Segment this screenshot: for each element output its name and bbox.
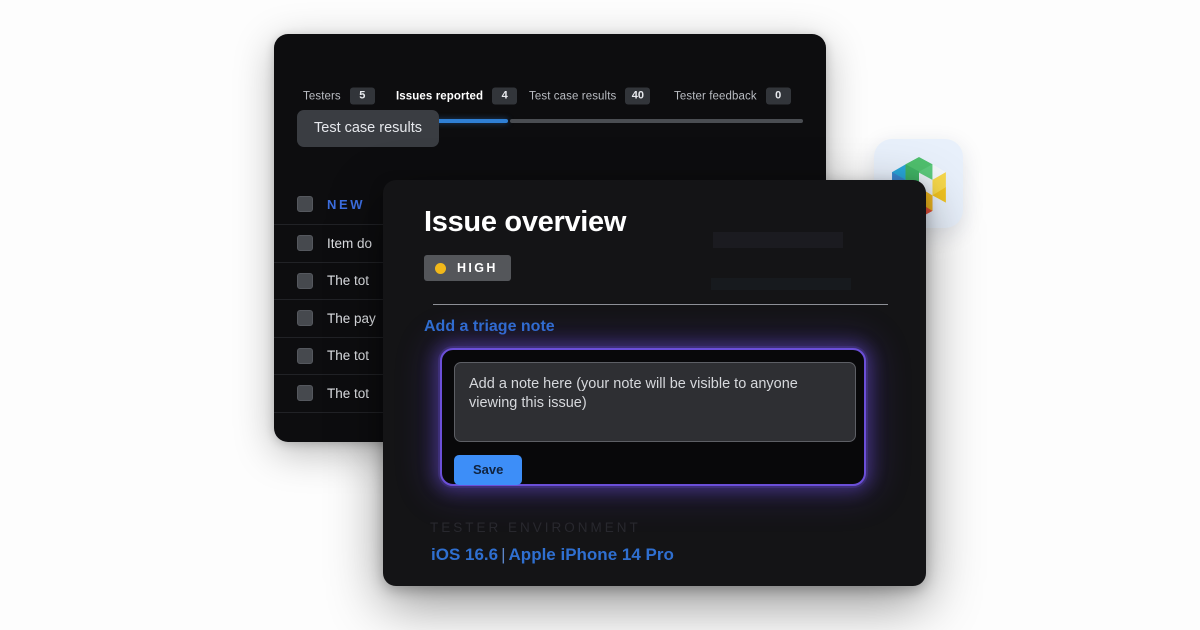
canvas: Testers 5 Issues reported 4 Test case re…: [0, 0, 1200, 630]
row-title: The tot: [327, 385, 370, 401]
issue-overview-modal: Issue overview HIGH Add a triage note Sa…: [383, 180, 926, 586]
tab-label: Issues reported: [396, 90, 484, 102]
triage-note-input[interactable]: [454, 362, 856, 442]
tab-count-badge: 5: [349, 87, 375, 105]
divider: [433, 304, 888, 305]
tester-environment-value: iOS 16.6 | Apple iPhone 14 Pro: [431, 545, 674, 565]
background-placeholder: [713, 232, 843, 248]
background-placeholder: [718, 256, 725, 276]
triage-note-panel: Save: [440, 348, 866, 486]
tab-tester-feedback[interactable]: Tester feedback 0: [674, 87, 791, 105]
tester-environment-label: TESTER ENVIRONMENT: [430, 520, 641, 535]
tab-label: Testers: [303, 90, 341, 102]
tab-label: Tester feedback: [674, 90, 757, 102]
row-checkbox[interactable]: [297, 235, 313, 252]
environment-os: iOS 16.6: [431, 545, 499, 564]
select-all-checkbox[interactable]: [297, 196, 313, 212]
row-checkbox[interactable]: [297, 310, 313, 327]
row-checkbox[interactable]: [297, 385, 313, 402]
row-checkbox[interactable]: [297, 347, 313, 364]
tab-count-badge: 0: [765, 87, 791, 105]
row-title: The tot: [327, 273, 370, 289]
page-title: Issue overview: [424, 206, 627, 238]
tab-count-badge: 40: [625, 87, 651, 105]
tab-label: Test case results: [529, 90, 617, 102]
add-triage-note-link[interactable]: Add a triage note: [424, 318, 555, 336]
environment-device: Apple iPhone 14 Pro: [508, 545, 674, 564]
list-section-label: NEW: [327, 196, 366, 212]
status-badge: HIGH: [424, 255, 511, 281]
tab-underline-segment: [510, 119, 803, 123]
tab-testers[interactable]: Testers 5: [303, 87, 375, 105]
severity-label: HIGH: [457, 261, 498, 275]
test-case-results-button[interactable]: Test case results: [297, 110, 439, 148]
row-title: Item do: [327, 235, 373, 251]
save-button[interactable]: Save: [454, 455, 523, 485]
row-checkbox[interactable]: [297, 272, 313, 289]
row-title: The tot: [327, 348, 370, 364]
tab-issues-reported[interactable]: Issues reported 4: [396, 87, 518, 105]
background-placeholder: [711, 278, 851, 290]
row-title: The pay: [327, 310, 376, 326]
environment-separator: |: [501, 545, 506, 564]
tab-count-badge: 4: [492, 87, 518, 105]
severity-dot-icon: [435, 262, 446, 274]
tab-bar: Testers 5 Issues reported 4 Test case re…: [274, 34, 826, 123]
tab-test-case-results[interactable]: Test case results 40: [529, 87, 651, 105]
